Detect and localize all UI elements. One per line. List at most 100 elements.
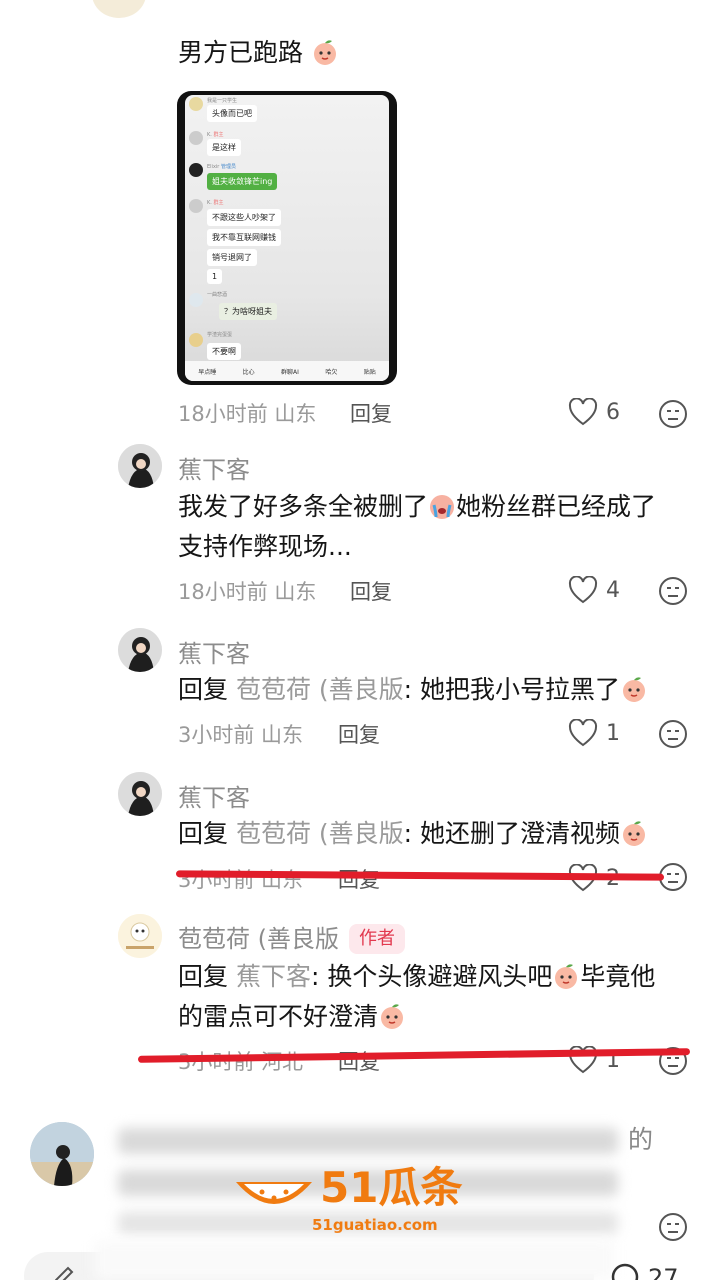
reply-button[interactable]: 回复 <box>350 398 392 428</box>
comment-text-part: 毕竟他 <box>580 962 656 991</box>
dislike-face-icon[interactable] <box>658 576 688 606</box>
top-reply-meta: 18小时前 山东 <box>178 398 316 428</box>
comment-username[interactable]: 苞苞荷 (善良版 作者 <box>178 919 405 954</box>
chat-bubble: ？为啥呀姐夫 <box>219 303 277 320</box>
comment-text-line2: 的雷点可不好澄清 <box>178 997 406 1037</box>
comment-username[interactable]: 蕉下客 <box>178 450 250 485</box>
comment-text: 回复 苞苞荷 (善良版: 她把我小号拉黑了 <box>178 670 648 710</box>
comment-text: 回复 蕉下客: 换个头像避避风头吧 毕竟他 <box>178 957 655 997</box>
reply-to-user[interactable]: 苞苞荷 (善良版 <box>236 819 404 848</box>
top-author-avatar[interactable] <box>92 0 146 18</box>
chat-name: 我是一只学生 <box>207 98 238 104</box>
blurred-comment-tail: 的 <box>628 1125 654 1154</box>
chat-avatar <box>189 333 203 347</box>
chat-quick-item: 群聊AI <box>281 368 299 376</box>
chat-name: K. 群主 <box>207 132 224 138</box>
user-avatar[interactable] <box>118 628 162 672</box>
dislike-face-icon[interactable] <box>658 1212 688 1242</box>
comment-text-part: 我发了好多条全被删了 <box>178 492 429 521</box>
like-count: 4 <box>606 577 620 603</box>
author-avatar[interactable] <box>118 914 162 958</box>
comment-text-part: : 换个头像避避风头吧 <box>310 962 553 991</box>
comment-count-icon[interactable] <box>610 1262 640 1280</box>
chat-bubble: 头像而已吧 <box>207 105 257 122</box>
blurred-comment-username <box>118 1128 618 1154</box>
chat-avatar <box>189 131 203 145</box>
reply-button[interactable]: 回复 <box>338 1046 380 1076</box>
timestamp-location: 18小时前 山东 <box>178 580 317 604</box>
chat-quick-bar: 早点睡 比心 群聊AI 哈欠 贴贴 <box>185 361 389 381</box>
crying-emoji-icon <box>430 495 455 519</box>
pencil-icon <box>54 1266 74 1280</box>
chat-screenshot-image[interactable]: 我是一只学生 头像而已吧 K. 群主 是这样 Elixir 管理员 姐夫收敛锋芒… <box>177 91 397 385</box>
top-reply-content: 男方已跑路 <box>178 38 304 67</box>
like-count: 1 <box>606 720 620 746</box>
user-avatar[interactable] <box>118 772 162 816</box>
like-button[interactable]: 4 <box>568 576 620 604</box>
user-avatar[interactable] <box>118 444 162 488</box>
timestamp-location: 18小时前 山东 <box>178 402 317 426</box>
chat-quick-item: 哈欠 <box>325 368 338 376</box>
chat-bubble: 我不靠互联网赚钱 <box>207 229 281 246</box>
dislike-face-icon[interactable] <box>658 719 688 749</box>
comment-text: 回复 苞苞荷 (善良版: 她还删了澄清视频 <box>178 814 648 854</box>
site-watermark: 51瓜条 51guatiao.com <box>232 1162 492 1242</box>
chat-name: K. 群主 <box>207 200 224 206</box>
comment-text-part: 的雷点可不好澄清 <box>178 1002 379 1031</box>
reply-prefix: 回复 <box>178 675 229 704</box>
blurred-bottom-content <box>94 1240 614 1280</box>
chat-name: 学渣完蛋蛋 <box>207 332 233 338</box>
watermelon-logo-icon <box>236 1182 312 1204</box>
chat-bubble: 是这样 <box>207 139 241 156</box>
chat-avatar <box>189 163 203 177</box>
chat-bubble: 不跟这些人吵架了 <box>207 209 281 226</box>
chat-bubble: 销号退网了 <box>207 249 257 266</box>
comment-text: 我发了好多条全被删了 她粉丝群已经成了 <box>178 487 656 527</box>
watermark-brand: 51瓜条 <box>320 1163 463 1212</box>
heart-icon <box>568 719 598 747</box>
like-button[interactable]: 1 <box>568 719 620 747</box>
author-username[interactable]: 苞苞荷 (善良版 <box>178 925 339 953</box>
reply-to-user[interactable]: 苞苞荷 (善良版 <box>236 675 404 704</box>
author-badge: 作者 <box>349 924 405 954</box>
chat-bubble: 1 <box>207 269 223 284</box>
dislike-face-icon[interactable] <box>658 399 688 429</box>
chat-bubble: 姐夫收敛锋芒ing <box>207 173 278 190</box>
comment-count: 27 <box>648 1264 679 1280</box>
user-avatar[interactable] <box>30 1122 94 1186</box>
comment-text-part: : 她还删了澄清视频 <box>403 819 621 848</box>
comment-username[interactable]: 蕉下客 <box>178 778 250 813</box>
top-reply-text: 男方已跑路 <box>178 33 339 73</box>
heart-icon <box>568 576 598 604</box>
chat-quick-item: 贴贴 <box>363 368 376 376</box>
peach-emoji-icon <box>623 821 646 846</box>
chat-avatar <box>189 199 203 213</box>
timestamp-location: 3小时前 山东 <box>178 868 304 892</box>
chat-quick-item: 比心 <box>242 368 255 376</box>
comment-text-part: : 她把我小号拉黑了 <box>403 675 621 704</box>
peach-emoji-icon <box>313 40 336 65</box>
reply-button[interactable]: 回复 <box>338 864 380 894</box>
heart-icon <box>568 398 598 426</box>
timestamp-location: 3小时前 山东 <box>178 723 304 747</box>
reply-button[interactable]: 回复 <box>350 576 392 606</box>
comment-username[interactable]: 蕉下客 <box>178 634 250 669</box>
reply-prefix: 回复 <box>178 819 229 848</box>
chat-avatar <box>189 293 203 307</box>
like-count: 6 <box>606 399 620 425</box>
chat-name: 一曲悲酒 <box>207 292 228 298</box>
chat-avatar <box>189 97 203 111</box>
watermark-url: 51guatiao.com <box>312 1216 438 1234</box>
reply-to-user[interactable]: 蕉下客 <box>236 962 311 991</box>
like-button[interactable]: 6 <box>568 398 620 426</box>
chat-screenshot-content: 我是一只学生 头像而已吧 K. 群主 是这样 Elixir 管理员 姐夫收敛锋芒… <box>185 95 389 381</box>
peach-emoji-icon <box>623 677 646 702</box>
reply-prefix: 回复 <box>178 962 229 991</box>
peach-emoji-icon <box>555 964 578 989</box>
chat-bubble: 不要啊 <box>207 343 241 360</box>
peach-emoji-icon <box>381 1004 404 1029</box>
chat-quick-item: 早点睡 <box>198 368 217 376</box>
comment-text-line2: 支持作弊现场... <box>178 532 352 561</box>
comment-text-part: 她粉丝群已经成了 <box>456 492 657 521</box>
reply-button[interactable]: 回复 <box>338 719 380 749</box>
